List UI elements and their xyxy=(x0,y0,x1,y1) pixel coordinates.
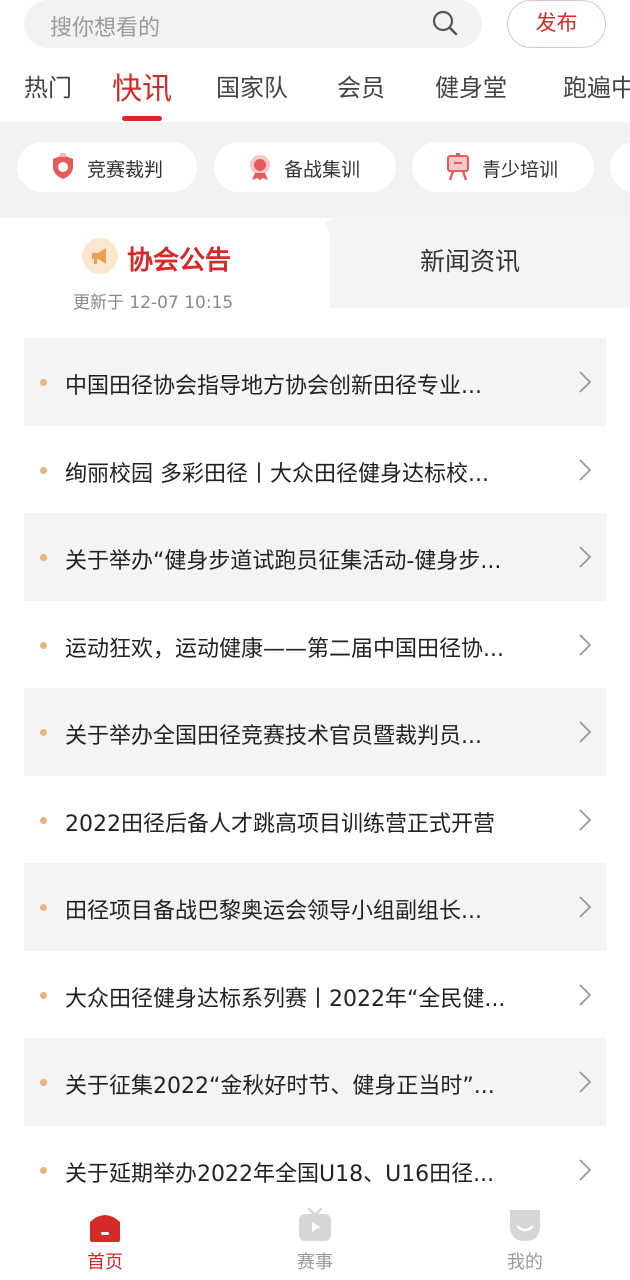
list-item[interactable]: 关于举办“健身步道试跑员征集活动-健身步... xyxy=(24,513,606,601)
publish-button[interactable]: 发布 xyxy=(507,0,606,48)
chevron-right-icon xyxy=(579,983,592,1006)
item-title: 绚丽校园 多彩田径丨大众田径健身达标校... xyxy=(65,461,489,487)
chevron-right-icon xyxy=(579,808,592,831)
list-item[interactable]: 绚丽校园 多彩田径丨大众田径健身达标校... xyxy=(24,426,606,514)
tab-hot[interactable]: 热门 xyxy=(24,68,72,103)
active-tab-indicator xyxy=(122,116,162,121)
chevron-right-icon xyxy=(579,896,592,918)
notice-list: 中国田径协会指导地方协会创新田径专业... 绚丽校园 多彩田径丨大众田径健身达标… xyxy=(24,338,606,1213)
chevron-right-icon xyxy=(579,633,592,656)
updated-time: 更新于 12-07 10:15 xyxy=(73,293,234,313)
item-title: 中国田径协会指导地方协会创新田径专业... xyxy=(65,374,482,399)
user-face-icon xyxy=(510,1210,540,1241)
search-bar[interactable]: 搜你想看的 xyxy=(24,0,482,48)
bullet-dot xyxy=(40,729,47,736)
megaphone-icon xyxy=(82,238,118,274)
bottom-navigation: 首页 赛事 我的 xyxy=(0,1200,630,1280)
list-item[interactable]: 田径项目备战巴黎奥运会领导小组副组长... xyxy=(24,863,606,951)
notice-tab[interactable]: 协会公告 更新于 12-07 10:15 xyxy=(0,218,330,318)
item-title: 关于征集2022“金秋好时节、健身正当时”... xyxy=(65,1074,495,1099)
nav-mine[interactable]: 我的 xyxy=(465,1206,585,1274)
bullet-dot xyxy=(40,379,47,386)
shield-badge-icon xyxy=(53,153,73,179)
search-icon[interactable] xyxy=(432,10,458,36)
category-training-camp[interactable]: 备战集训 xyxy=(214,142,396,192)
category-competition-referee[interactable]: 竞赛裁判 xyxy=(17,142,197,192)
tab-national-team[interactable]: 国家队 xyxy=(216,68,288,103)
item-title: 关于举办全国田径竞赛技术官员暨裁判员... xyxy=(65,724,482,749)
nav-home-label: 首页 xyxy=(87,1252,123,1273)
category-youth-training[interactable]: 青少培训 xyxy=(412,142,594,192)
bullet-dot xyxy=(40,1079,47,1086)
search-placeholder: 搜你想看的 xyxy=(50,16,161,41)
chevron-right-icon xyxy=(579,1071,592,1093)
chevron-right-icon xyxy=(579,1158,592,1181)
item-title: 大众田径健身达标系列赛丨2022年“全民健... xyxy=(65,986,506,1012)
bullet-dot xyxy=(40,991,47,999)
list-item[interactable]: 关于举办全国田径竞赛技术官员暨裁判员... xyxy=(24,688,606,776)
bullet-dot xyxy=(40,1166,47,1174)
channel-tabs: 热门 快讯 国家队 会员 健身堂 跑遍中 xyxy=(0,62,630,122)
chevron-right-icon xyxy=(579,721,592,743)
bullet-dot xyxy=(40,466,47,474)
chevron-right-icon xyxy=(579,371,592,393)
nav-events-label: 赛事 xyxy=(297,1252,333,1273)
tab-fitness-hall[interactable]: 健身堂 xyxy=(435,68,507,103)
medal-icon xyxy=(250,155,270,180)
category-label: 备战集训 xyxy=(284,159,361,181)
bullet-dot xyxy=(40,641,47,649)
category-label: 竞赛裁判 xyxy=(87,159,164,181)
tab-members[interactable]: 会员 xyxy=(337,68,385,103)
list-item[interactable]: 关于征集2022“金秋好时节、健身正当时”... xyxy=(24,1038,606,1126)
notice-tab-label: 协会公告 xyxy=(127,246,232,276)
item-title: 运动狂欢，运动健康——第二届中国田径协... xyxy=(65,636,504,662)
bullet-dot xyxy=(40,816,47,824)
category-more[interactable] xyxy=(610,142,630,192)
tab-run-everywhere[interactable]: 跑遍中 xyxy=(563,68,630,103)
top-bar: 搜你想看的 发布 xyxy=(0,0,630,54)
chevron-right-icon xyxy=(579,458,592,481)
list-item[interactable]: 2022田径后备人才跳高项目训练营正式开营 xyxy=(24,776,606,864)
category-label: 青少培训 xyxy=(482,159,559,181)
tv-play-icon xyxy=(299,1207,331,1241)
list-item[interactable]: 运动狂欢，运动健康——第二届中国田径协... xyxy=(24,601,606,689)
item-title: 关于举办“健身步道试跑员征集活动-健身步... xyxy=(65,549,502,574)
section-switcher: 协会公告 更新于 12-07 10:15 新闻资讯 xyxy=(0,218,630,318)
home-icon xyxy=(90,1215,120,1242)
list-item[interactable]: 大众田径健身达标系列赛丨2022年“全民健... xyxy=(24,951,606,1039)
news-tab[interactable]: 新闻资讯 xyxy=(420,242,520,278)
list-item[interactable]: 中国田径协会指导地方协会创新田径专业... xyxy=(24,338,606,426)
item-title: 关于延期举办2022年全国U18、U16田径... xyxy=(65,1161,495,1187)
easel-board-icon xyxy=(447,153,469,181)
nav-home[interactable]: 首页 xyxy=(45,1206,165,1274)
bullet-dot xyxy=(40,554,47,561)
category-strip: 竞赛裁判 备战集训 青少培训 xyxy=(0,122,630,218)
item-title: 田径项目备战巴黎奥运会领导小组副组长... xyxy=(65,899,482,924)
nav-events[interactable]: 赛事 xyxy=(255,1206,375,1274)
chevron-right-icon xyxy=(579,546,592,568)
item-title: 2022田径后备人才跳高项目训练营正式开营 xyxy=(65,811,495,837)
nav-mine-label: 我的 xyxy=(507,1252,543,1273)
tab-news-flash[interactable]: 快讯 xyxy=(112,64,172,108)
bullet-dot xyxy=(40,904,47,911)
